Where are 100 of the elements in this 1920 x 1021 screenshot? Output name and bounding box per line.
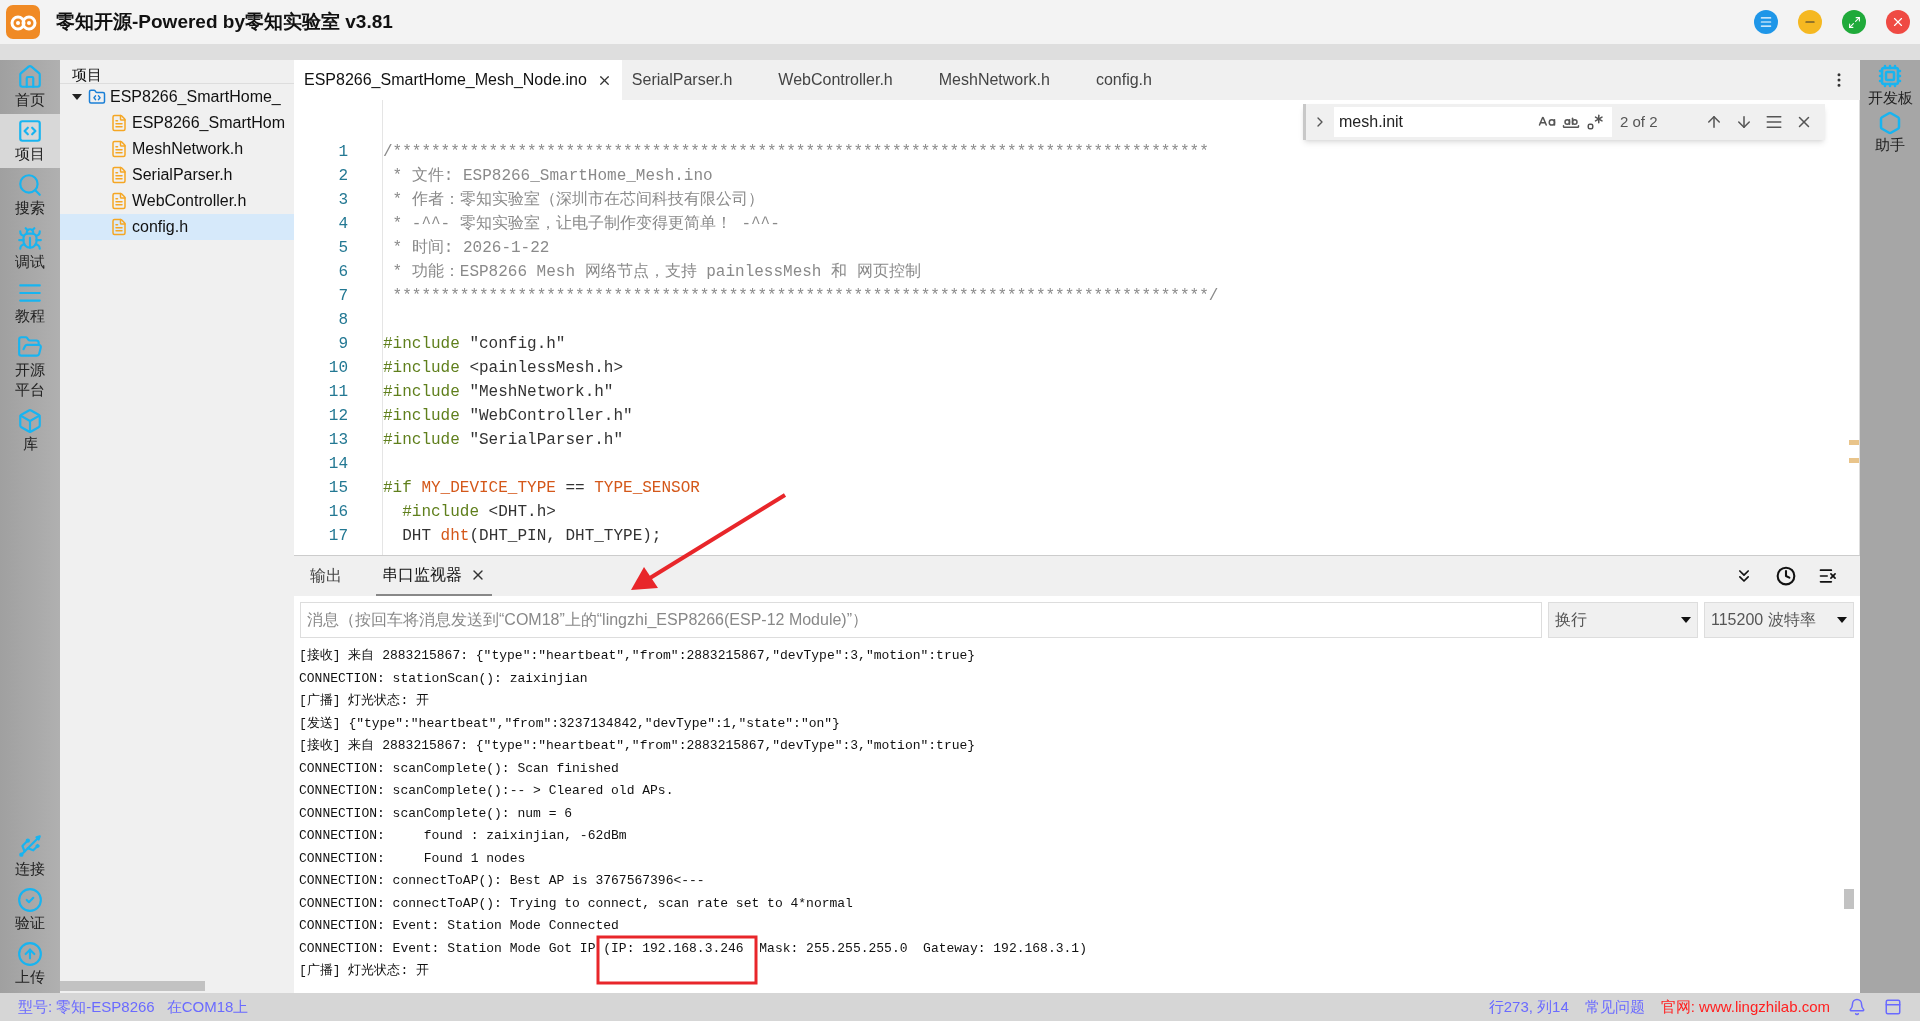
minimize-button[interactable] bbox=[1798, 10, 1822, 34]
code-line: #if MY_DEVICE_TYPE == TYPE_SENSOR bbox=[383, 479, 700, 497]
serial-output-line: CONNECTION: Found 1 nodes bbox=[299, 849, 526, 868]
editor-tab[interactable]: ESP8266_SmartHome_Mesh_Node.ino bbox=[294, 60, 622, 100]
code-line: * 文件: ESP8266_SmartHome_Mesh.ino bbox=[391, 167, 713, 185]
dropdown-arrow-icon bbox=[1681, 617, 1691, 623]
upload-icon bbox=[17, 941, 43, 967]
cube-icon bbox=[17, 408, 43, 434]
line-number: 14 bbox=[327, 454, 349, 475]
line-number: 15 bbox=[327, 478, 349, 499]
logo-icon bbox=[6, 5, 40, 39]
editor-tab[interactable]: WebController.h bbox=[768, 60, 903, 100]
file-icon bbox=[110, 166, 128, 184]
code-line: #include "MeshNetwork.h" bbox=[383, 383, 614, 401]
line-number: 16 bbox=[327, 502, 349, 523]
regex-icon[interactable] bbox=[1586, 113, 1604, 131]
tree-item[interactable]: ESP8266_SmartHom bbox=[60, 110, 294, 136]
code-line: #include <painlessMesh.h> bbox=[383, 359, 624, 377]
search-match-marker bbox=[1849, 458, 1859, 463]
code-line: *************************************************************************************/ bbox=[391, 287, 1219, 305]
file-icon bbox=[110, 114, 128, 132]
activity-bar-item[interactable]: 首页 bbox=[0, 60, 60, 114]
maximize-icon bbox=[1847, 15, 1861, 29]
activity-bar-item[interactable]: 连接 bbox=[0, 829, 60, 883]
code-line: #include "config.h" bbox=[383, 335, 566, 353]
bug-icon bbox=[17, 226, 43, 252]
code-line: * 时间: 2026-1-22 bbox=[391, 239, 550, 257]
serial-output-line: [广播] 灯光状态: 开 bbox=[299, 692, 429, 710]
line-number: 9 bbox=[337, 334, 349, 355]
lines-icon[interactable] bbox=[1765, 113, 1783, 131]
activity-bar-item[interactable]: 调试 bbox=[0, 222, 60, 276]
port-label: 在COM18上 bbox=[166, 996, 249, 1017]
board-label: 型号: 零知-ESP8266 bbox=[18, 996, 155, 1017]
line-ending-dropdown[interactable]: 换行 bbox=[1548, 602, 1698, 638]
serial-output-line: CONNECTION: stationScan(): zaixinjian bbox=[299, 669, 588, 688]
line-number: 2 bbox=[337, 166, 349, 187]
code-line: * -^^- 零知实验室，让电子制作变得更简单！ -^^- bbox=[391, 215, 780, 233]
search-match-marker bbox=[1849, 440, 1859, 445]
hexagon-icon bbox=[1878, 111, 1902, 135]
tree-item[interactable]: WebController.h bbox=[60, 188, 294, 214]
close-button[interactable] bbox=[1886, 10, 1910, 34]
code-line: DHT dht(DHT_PIN, DHT_TYPE); bbox=[401, 527, 662, 545]
serial-output-line: CONNECTION: connectToAP(): Trying to connect, scan rate set to 4*normal bbox=[299, 894, 853, 913]
right-bar-item[interactable]: 助手 bbox=[1875, 109, 1905, 156]
activity-bar-item[interactable]: 教程 bbox=[0, 276, 60, 330]
activity-bar-item[interactable]: 搜索 bbox=[0, 168, 60, 222]
serial-output-line: CONNECTION: Event: Station Mode Got IP (IP: 192.168.3.246 Mask: 255.255.255.0 Gateway: 192.168.3.1) bbox=[299, 939, 1087, 958]
tree-item[interactable]: ESP8266_SmartHome_ bbox=[60, 84, 294, 110]
tree-item[interactable]: config.h bbox=[60, 214, 294, 240]
message-field[interactable]: 消息（按回车将消息发送到“COM18”上的“lingzhi_ESP8266(ESP-12 Module)”） bbox=[300, 602, 1542, 638]
serial-output-line: CONNECTION: scanComplete(): Scan finished bbox=[299, 759, 619, 778]
cursor-position: 行273, 列14 bbox=[1488, 996, 1569, 1017]
line-number: 1 bbox=[337, 142, 349, 163]
activity-bar-item[interactable]: 项目 bbox=[0, 114, 60, 168]
caret-icon bbox=[72, 92, 82, 102]
scrollbar[interactable] bbox=[1844, 889, 1854, 909]
line-number: 11 bbox=[327, 382, 349, 403]
folder-icon bbox=[17, 334, 43, 360]
file-icon bbox=[110, 192, 128, 210]
bell-icon[interactable] bbox=[1848, 998, 1866, 1016]
file-icon bbox=[110, 140, 128, 158]
folder-icon bbox=[88, 88, 106, 106]
scrollbar[interactable] bbox=[60, 981, 205, 991]
chip-icon bbox=[1878, 64, 1902, 88]
editor-tab[interactable]: SerialParser.h bbox=[621, 60, 743, 100]
code-line: /************************************************************************************* bbox=[383, 143, 1209, 161]
right-bar-item[interactable]: 开发板 bbox=[1867, 62, 1913, 109]
line-number: 13 bbox=[327, 430, 349, 451]
tree-item[interactable]: SerialParser.h bbox=[60, 162, 294, 188]
clear-output-icon[interactable] bbox=[1818, 566, 1838, 586]
maximize-button[interactable] bbox=[1842, 10, 1866, 34]
line-number: 8 bbox=[337, 310, 349, 331]
panel-title: 项目 bbox=[60, 60, 294, 84]
panel-tab[interactable]: 输出 bbox=[304, 556, 348, 596]
tree-item[interactable]: MeshNetwork.h bbox=[60, 136, 294, 162]
home-icon bbox=[17, 64, 43, 90]
arrow-down-icon[interactable] bbox=[1735, 113, 1753, 131]
activity-bar-item[interactable]: 开源平台 bbox=[0, 330, 60, 404]
code-line: * 功能：ESP8266 Mesh 网络节点，支持 painlessMesh 和 网页控制 bbox=[391, 263, 921, 281]
menu-button[interactable] bbox=[1754, 10, 1778, 34]
activity-bar-item[interactable]: 验证 bbox=[0, 883, 60, 937]
line-number: 7 bbox=[337, 286, 349, 307]
serial-output-line: CONNECTION: found : zaixinjian, -62dBm bbox=[299, 827, 627, 845]
serial-output-line: CONNECTION: scanComplete():-- > Cleared old APs. bbox=[299, 782, 674, 800]
line-number: 4 bbox=[337, 214, 349, 235]
line-number: 6 bbox=[337, 262, 349, 283]
activity-bar-item[interactable]: 库 bbox=[0, 404, 60, 458]
line-number: 10 bbox=[327, 358, 349, 379]
serial-output-line: [广播] 灯光状态: 开 bbox=[299, 962, 429, 980]
clock-icon[interactable] bbox=[1776, 566, 1796, 586]
activity-bar-item[interactable]: 上传 bbox=[0, 937, 60, 991]
file-icon bbox=[110, 218, 128, 236]
find-field[interactable]: mesh.init bbox=[1334, 107, 1612, 137]
baud-rate-dropdown[interactable]: 115200 波特率 bbox=[1704, 602, 1854, 638]
panel-icon[interactable] bbox=[1884, 998, 1902, 1016]
usb-icon bbox=[17, 833, 43, 859]
search-icon bbox=[17, 172, 43, 198]
editor-tab[interactable]: config.h bbox=[1085, 60, 1162, 100]
line-number: 5 bbox=[337, 238, 349, 259]
editor-tab[interactable]: MeshNetwork.h bbox=[928, 60, 1060, 100]
